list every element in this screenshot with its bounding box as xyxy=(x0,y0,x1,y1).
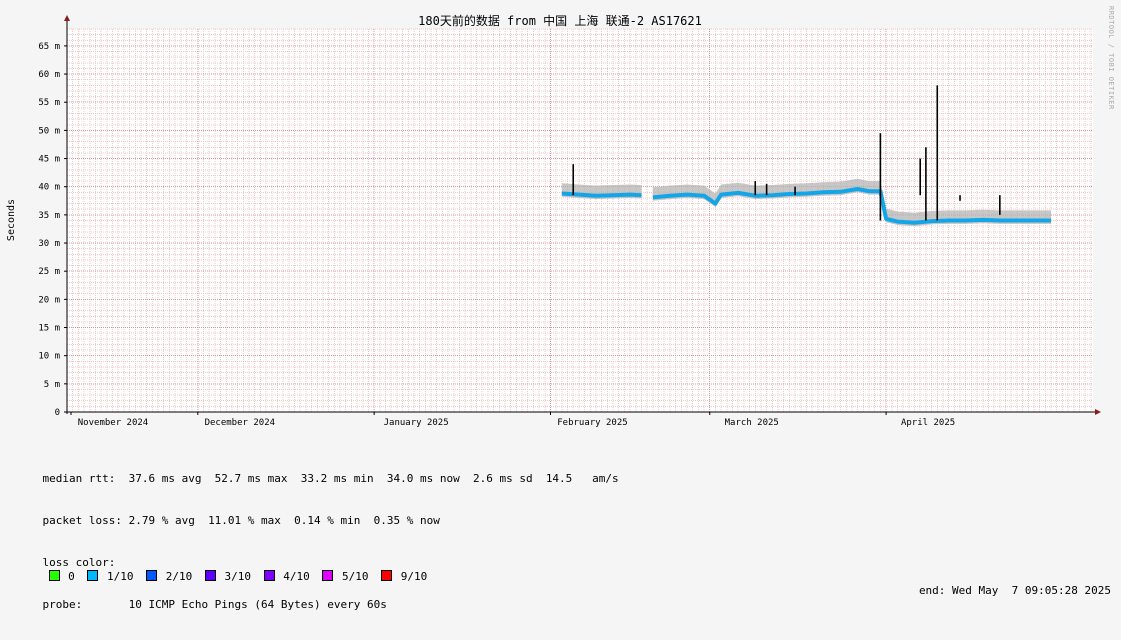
x-tick-label: February 2025 xyxy=(557,418,627,428)
x-tick-labels: November 2024 December 2024 January 2025 Fe… xyxy=(70,412,955,428)
y-tick-label: 5 m xyxy=(44,380,60,390)
loss-color-swatch xyxy=(381,570,393,581)
y-tick-label: 35 m xyxy=(38,211,60,221)
probe-line: probe: 10 ICMP Echo Pings (64 Bytes) eve… xyxy=(16,584,1112,611)
x-tick-label: November 2024 xyxy=(78,418,148,428)
y-tick-label: 30 m xyxy=(38,239,60,249)
loss-color-swatch xyxy=(263,570,275,581)
chart-title: 180天前的数据 from 中国 上海 联通-2 AS17621 xyxy=(418,13,702,28)
y-tick-labels: 0 5 m 10 m 15 m 20 m 25 m 30 m 35 m 40 m 45 m 50 m… xyxy=(38,42,67,418)
loss-color-item: 3/10 xyxy=(204,570,258,583)
loss-color-swatches: 0 1/10 2/10 3/10 4/10 5/10 9/10 xyxy=(43,570,434,583)
chart-svg: 0 5 m 10 m 15 m 20 m 25 m 30 m 35 m 40 m 45 m 50 m… xyxy=(6,6,1115,428)
y-tick-label: 45 m xyxy=(38,155,60,165)
median-rtt-line: median rtt: 37.6 ms avg 52.7 ms max 33.2… xyxy=(16,458,1111,485)
y-tick-label: 0 xyxy=(55,408,60,418)
loss-color-item: 9/10 xyxy=(381,570,434,583)
y-axis-label: Seconds xyxy=(6,199,17,241)
y-tick-label: 50 m xyxy=(38,126,60,136)
y-tick-label: 65 m xyxy=(38,42,60,52)
loss-color-swatch xyxy=(48,570,60,581)
watermark: RRDTOOL / TOBI OETIKER xyxy=(1107,6,1115,110)
y-tick-label: 40 m xyxy=(38,183,60,193)
loss-color-item: 5/10 xyxy=(322,570,375,583)
loss-color-swatch xyxy=(322,570,334,581)
end-time: end: Wed May 7 09:05:28 2025 xyxy=(918,584,1111,597)
x-tick-label: December 2024 xyxy=(205,418,275,428)
y-tick-label: 10 m xyxy=(38,352,60,362)
y-axis-arrow xyxy=(64,15,70,21)
y-tick-label: 55 m xyxy=(38,98,60,108)
median-rtt-text: median rtt: 37.6 ms avg 52.7 ms max 33.2… xyxy=(42,472,619,485)
loss-color-text: 2/10 xyxy=(159,570,199,583)
loss-color-item: 1/10 xyxy=(87,570,140,583)
y-tick-label: 15 m xyxy=(38,324,60,334)
y-tick-label: 60 m xyxy=(38,70,60,80)
loss-color-swatch xyxy=(87,570,99,581)
loss-color-text: 9/10 xyxy=(394,570,434,583)
loss-color-swatch xyxy=(204,570,216,581)
legend: median rtt: 37.6 ms avg 52.7 ms max 33.2… xyxy=(16,430,1112,612)
loss-color-text: 0 xyxy=(61,570,82,583)
loss-color-item: 0 xyxy=(48,570,82,583)
loss-color-text: 5/10 xyxy=(335,570,376,583)
loss-color-label: loss color: xyxy=(42,556,116,569)
loss-color-text: 4/10 xyxy=(276,570,317,583)
loss-color-item: 4/10 xyxy=(263,570,317,583)
x-axis-arrow xyxy=(1095,409,1101,415)
packet-loss-line: packet loss: 2.79 % avg 11.01 % max 0.14… xyxy=(16,500,1111,527)
loss-color-swatch xyxy=(146,570,158,581)
probe-text: probe: 10 ICMP Echo Pings (64 Bytes) eve… xyxy=(42,598,387,611)
y-tick-label: 25 m xyxy=(38,267,60,277)
x-tick-label: March 2025 xyxy=(725,418,779,428)
y-tick-label: 20 m xyxy=(38,295,60,305)
loss-color-item: 2/10 xyxy=(146,570,199,583)
loss-color-text: 3/10 xyxy=(217,570,258,583)
loss-color-text: 1/10 xyxy=(100,570,141,583)
packet-loss-text: packet loss: 2.79 % avg 11.01 % max 0.14… xyxy=(42,514,440,527)
loss-color-line: loss color: 0 1/10 2/10 3/10 4/10 5/10 9… xyxy=(16,542,1111,583)
x-tick-label: January 2025 xyxy=(384,418,449,428)
x-tick-label: April 2025 xyxy=(901,418,955,428)
